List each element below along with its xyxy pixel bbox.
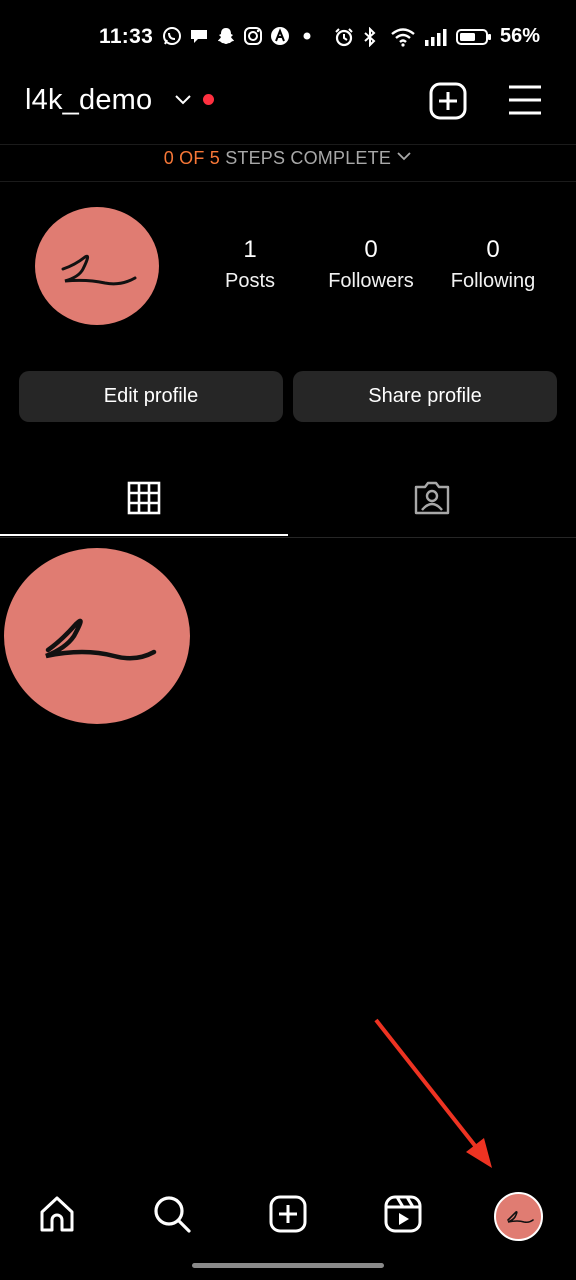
account-username[interactable]: l4k_demo <box>25 84 152 117</box>
system-icons: 56% <box>334 25 540 48</box>
create-icon[interactable] <box>268 1194 308 1234</box>
edit-profile-button[interactable]: Edit profile <box>19 371 283 422</box>
bottom-navigation <box>0 1178 576 1256</box>
notification-icons <box>162 26 317 46</box>
steps-banner[interactable]: 0 OF 5 STEPS COMPLETE <box>0 144 576 182</box>
profile-avatar-large[interactable] <box>35 207 159 325</box>
profile-tabs <box>0 462 576 538</box>
chevron-down-icon[interactable] <box>174 93 192 112</box>
stat-label: Following <box>450 270 536 292</box>
reels-icon[interactable] <box>383 1194 423 1234</box>
signature-mark <box>61 254 137 286</box>
tab-tagged[interactable] <box>288 462 576 538</box>
stat-value: 1 <box>243 236 257 263</box>
dot-icon <box>297 26 317 46</box>
stat-value: 0 <box>486 236 500 263</box>
signature-mark <box>45 618 157 661</box>
steps-progress: 0 OF 5 <box>163 148 220 168</box>
bluetooth-icon <box>362 26 382 47</box>
share-profile-button[interactable]: Share profile <box>293 371 557 422</box>
stat-label: Followers <box>328 270 414 292</box>
chat-icon <box>189 26 209 46</box>
gesture-home-bar[interactable] <box>192 1263 384 1268</box>
stat-following[interactable]: 0 Following <box>433 236 553 293</box>
grid-icon <box>127 481 161 520</box>
stat-followers[interactable]: 0 Followers <box>311 236 431 293</box>
chevron-down-icon <box>397 152 411 161</box>
stat-value: 0 <box>364 236 378 263</box>
stat-posts[interactable]: 1 Posts <box>190 236 310 293</box>
wifi-icon <box>390 27 416 47</box>
alarm-icon <box>334 27 354 47</box>
create-post-icon[interactable] <box>429 82 467 125</box>
status-time: 11:33 <box>99 25 154 48</box>
hamburger-menu-icon[interactable] <box>508 84 542 121</box>
battery-icon <box>455 27 492 47</box>
post-thumbnail[interactable] <box>4 548 190 724</box>
arc-icon <box>270 26 290 46</box>
notification-dot <box>203 94 214 105</box>
battery-percent: 56% <box>499 25 540 47</box>
tab-grid[interactable] <box>0 462 288 538</box>
steps-label: STEPS COMPLETE <box>225 148 392 168</box>
steps-text[interactable]: 0 OF 5 STEPS COMPLETE <box>0 148 576 169</box>
profile-header: l4k_demo <box>0 76 576 140</box>
instagram-icon <box>243 26 263 46</box>
search-icon[interactable] <box>152 1194 192 1234</box>
active-tab-indicator <box>0 534 288 536</box>
home-icon[interactable] <box>37 1194 77 1234</box>
signature-mark <box>507 1211 534 1224</box>
whatsapp-icon <box>162 26 182 46</box>
status-bar: 11:33 56% <box>0 0 576 76</box>
stat-label: Posts <box>224 270 276 292</box>
profile-avatar[interactable] <box>494 1192 543 1241</box>
signal-icon <box>424 27 448 47</box>
tagged-icon <box>413 480 451 521</box>
snapchat-icon <box>216 26 236 46</box>
